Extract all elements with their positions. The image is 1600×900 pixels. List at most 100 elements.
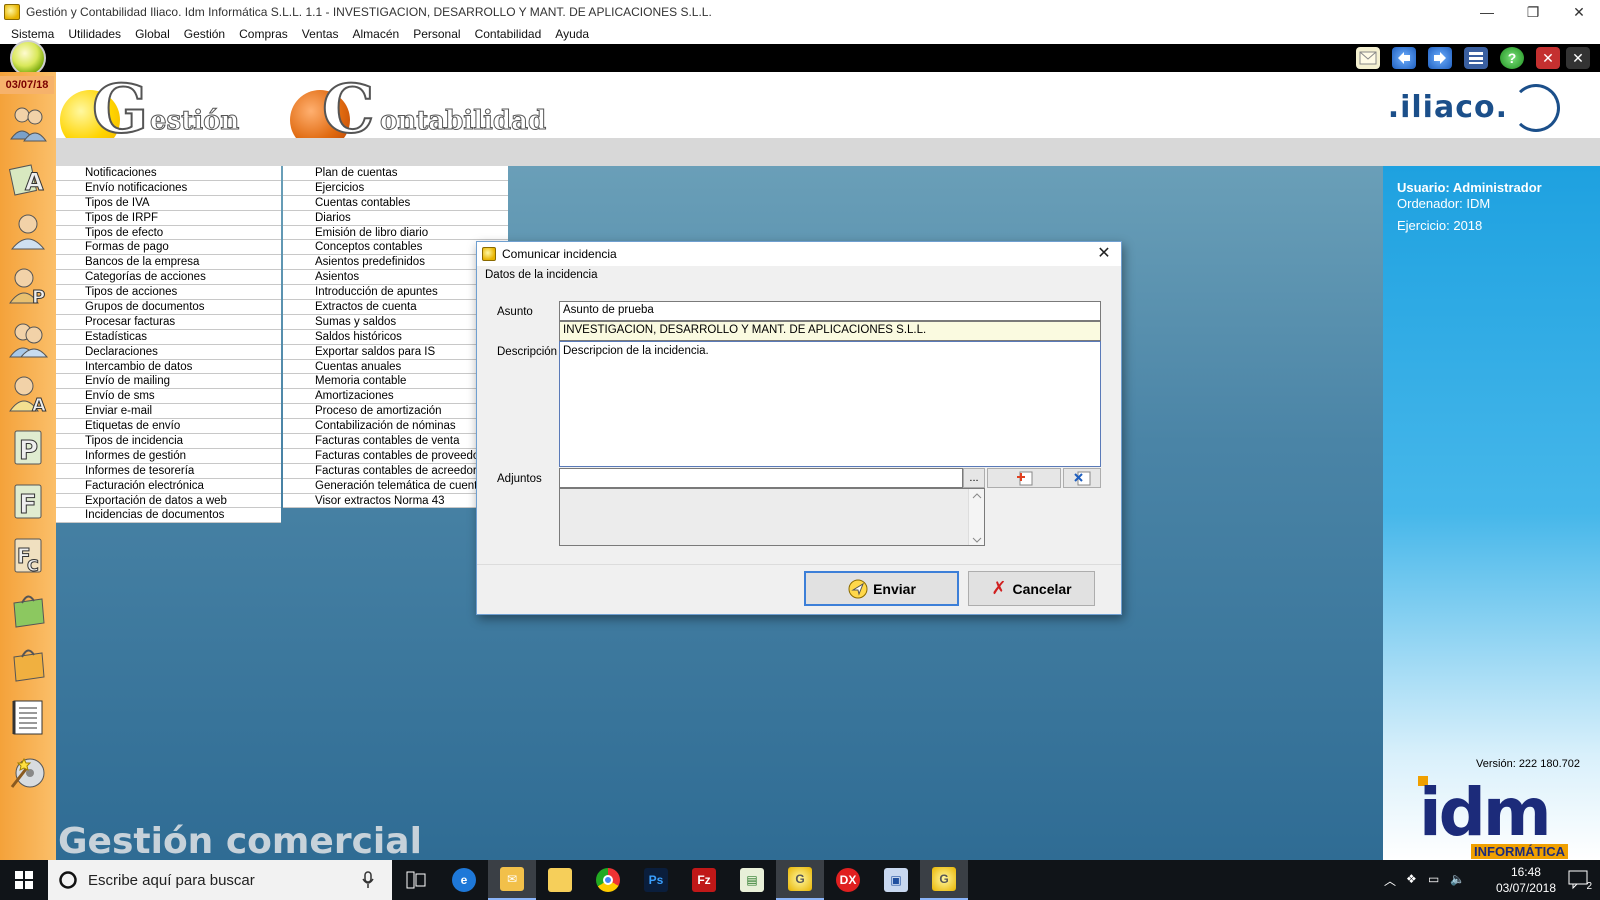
- contabilidad-menu-item[interactable]: Asientos: [283, 270, 508, 286]
- taskbar-clock[interactable]: 16:48 03/07/2018: [1496, 864, 1556, 896]
- document-p-icon[interactable]: P: [7, 426, 49, 468]
- devexpress-icon[interactable]: DX: [824, 860, 872, 900]
- gestion-menu-item[interactable]: Tipos de efecto: [56, 225, 281, 241]
- menu-compras[interactable]: Compras: [232, 27, 295, 41]
- asunto-input[interactable]: Asunto de prueba: [559, 301, 1101, 321]
- contabilidad-menu-item[interactable]: Memoria contable: [283, 374, 508, 390]
- microphone-icon[interactable]: [362, 871, 374, 889]
- gestion-menu-item[interactable]: Formas de pago: [56, 240, 281, 256]
- contabilidad-menu-item[interactable]: Facturas contables de venta: [283, 434, 508, 449]
- filezilla-icon[interactable]: Fz: [680, 860, 728, 900]
- document-fc-icon[interactable]: FC: [7, 534, 49, 576]
- start-button[interactable]: [0, 860, 48, 900]
- task-view-icon[interactable]: [392, 860, 440, 900]
- user-a-icon[interactable]: A: [7, 372, 49, 414]
- descripcion-textarea[interactable]: Descripcion de la incidencia.: [559, 341, 1101, 467]
- gestion-menu-item[interactable]: Procesar facturas: [56, 314, 281, 330]
- gestion-menu-item[interactable]: Tipos de incidencia: [56, 434, 281, 449]
- gestion-menu-item[interactable]: Envío de mailing: [56, 374, 281, 390]
- gestion-app-icon[interactable]: G: [776, 860, 824, 900]
- contabilidad-menu-item[interactable]: Amortizaciones: [283, 389, 508, 405]
- back-arrow-icon[interactable]: [1392, 47, 1416, 69]
- menu-global[interactable]: Global: [128, 27, 177, 41]
- menu-ventas[interactable]: Ventas: [295, 27, 346, 41]
- window-list-icon[interactable]: [1464, 47, 1488, 69]
- photoshop-icon[interactable]: Ps: [632, 860, 680, 900]
- user-icon[interactable]: [7, 210, 49, 252]
- contabilidad-menu-item[interactable]: Contabilización de nóminas: [283, 419, 508, 435]
- menu-gestion[interactable]: Gestión: [177, 27, 232, 41]
- restore-button[interactable]: ❐: [1510, 0, 1556, 24]
- menu-contabilidad[interactable]: Contabilidad: [468, 27, 549, 41]
- adjuntos-input[interactable]: [559, 468, 963, 488]
- close-window-button[interactable]: ✕: [1556, 0, 1600, 24]
- iliaco-app-icon[interactable]: G: [920, 860, 968, 900]
- exit-app-icon[interactable]: ✕: [1566, 47, 1590, 69]
- action-center-button[interactable]: 2: [1568, 870, 1592, 892]
- volume-muted-icon[interactable]: 🔈: [1450, 872, 1465, 886]
- gestion-menu-item[interactable]: Estadísticas: [56, 329, 281, 345]
- close-module-icon[interactable]: ✕: [1536, 47, 1560, 69]
- bag-green-icon[interactable]: [7, 588, 49, 630]
- contabilidad-menu-item[interactable]: Sumas y saldos: [283, 314, 508, 330]
- dropbox-icon[interactable]: ❖: [1406, 872, 1417, 886]
- enviar-button[interactable]: Enviar: [804, 571, 959, 606]
- minimize-button[interactable]: —: [1464, 0, 1510, 24]
- home-orb-icon[interactable]: [10, 40, 46, 76]
- notepad-chart-icon[interactable]: ▤: [728, 860, 776, 900]
- contabilidad-menu-item[interactable]: Plan de cuentas: [283, 166, 508, 181]
- gestion-menu-item[interactable]: Facturación electrónica: [56, 478, 281, 494]
- contabilidad-menu-item[interactable]: Cuentas anuales: [283, 359, 508, 375]
- gestion-menu-item[interactable]: Intercambio de datos: [56, 359, 281, 375]
- gestion-menu-item[interactable]: Tipos de acciones: [56, 285, 281, 301]
- attachments-list[interactable]: [559, 488, 985, 546]
- gestion-menu-item[interactable]: Notificaciones: [56, 166, 281, 181]
- network-icon[interactable]: ▭: [1428, 872, 1439, 886]
- forward-arrow-icon[interactable]: [1428, 47, 1452, 69]
- mail-icon[interactable]: [1356, 47, 1380, 69]
- users-group-icon[interactable]: [7, 102, 49, 144]
- gestion-menu-item[interactable]: Grupos de documentos: [56, 300, 281, 315]
- gestion-menu-item[interactable]: Bancos de la empresa: [56, 255, 281, 271]
- contabilidad-menu-item[interactable]: Exportar saldos para IS: [283, 344, 508, 360]
- chrome-icon[interactable]: [584, 860, 632, 900]
- user-p-icon[interactable]: P: [7, 264, 49, 306]
- contabilidad-menu-item[interactable]: Asientos predefinidos: [283, 255, 508, 271]
- users-pair-icon[interactable]: [7, 318, 49, 360]
- tray-chevron-icon[interactable]: ︿: [1384, 872, 1396, 889]
- document-f-icon[interactable]: F: [7, 480, 49, 522]
- contabilidad-menu-item[interactable]: Facturas contables de proveedor: [283, 448, 508, 464]
- menu-personal[interactable]: Personal: [406, 27, 467, 41]
- contabilidad-menu-item[interactable]: Facturas contables de acreedor: [283, 463, 508, 479]
- menu-sistema[interactable]: Sistema: [4, 27, 61, 41]
- contabilidad-menu-item[interactable]: Ejercicios: [283, 180, 508, 196]
- contabilidad-menu-item[interactable]: Conceptos contables: [283, 240, 508, 256]
- gestion-menu-item[interactable]: Informes de gestión: [56, 448, 281, 464]
- contabilidad-menu-item[interactable]: Emisión de libro diario: [283, 225, 508, 241]
- browse-button[interactable]: ...: [963, 468, 985, 488]
- gestion-menu-item[interactable]: Informes de tesorería: [56, 463, 281, 479]
- gestion-menu-item[interactable]: Declaraciones: [56, 344, 281, 360]
- edge-icon[interactable]: e: [440, 860, 488, 900]
- gestion-menu-item[interactable]: Etiquetas de envío: [56, 419, 281, 435]
- remove-attachment-button[interactable]: [1063, 468, 1101, 488]
- contabilidad-menu-item[interactable]: Generación telemática de cuentas: [283, 478, 508, 494]
- help-icon[interactable]: ?: [1500, 47, 1524, 69]
- contabilidad-menu-item[interactable]: Visor extractos Norma 43: [283, 493, 508, 509]
- gestion-menu-item[interactable]: Tipos de IVA: [56, 195, 281, 211]
- gestion-menu-item[interactable]: Enviar e-mail: [56, 404, 281, 420]
- gestion-menu-item[interactable]: Envío de sms: [56, 389, 281, 405]
- contabilidad-menu-item[interactable]: Saldos históricos: [283, 329, 508, 345]
- ledger-icon[interactable]: [7, 696, 49, 738]
- mail-folder-icon[interactable]: ✉: [488, 860, 536, 900]
- taskbar-search[interactable]: Escribe aquí para buscar: [48, 860, 392, 900]
- gestion-menu-item[interactable]: Incidencias de documentos: [56, 508, 281, 524]
- file-explorer-icon[interactable]: [536, 860, 584, 900]
- add-attachment-button[interactable]: [987, 468, 1061, 488]
- disc-wizard-icon[interactable]: [7, 750, 49, 792]
- contabilidad-menu-item[interactable]: Diarios: [283, 210, 508, 226]
- network-pc-icon[interactable]: ▣: [872, 860, 920, 900]
- gestion-menu-item[interactable]: Exportación de datos a web: [56, 493, 281, 509]
- menu-almacen[interactable]: Almacén: [346, 27, 407, 41]
- gestion-menu-item[interactable]: Envío notificaciones: [56, 180, 281, 196]
